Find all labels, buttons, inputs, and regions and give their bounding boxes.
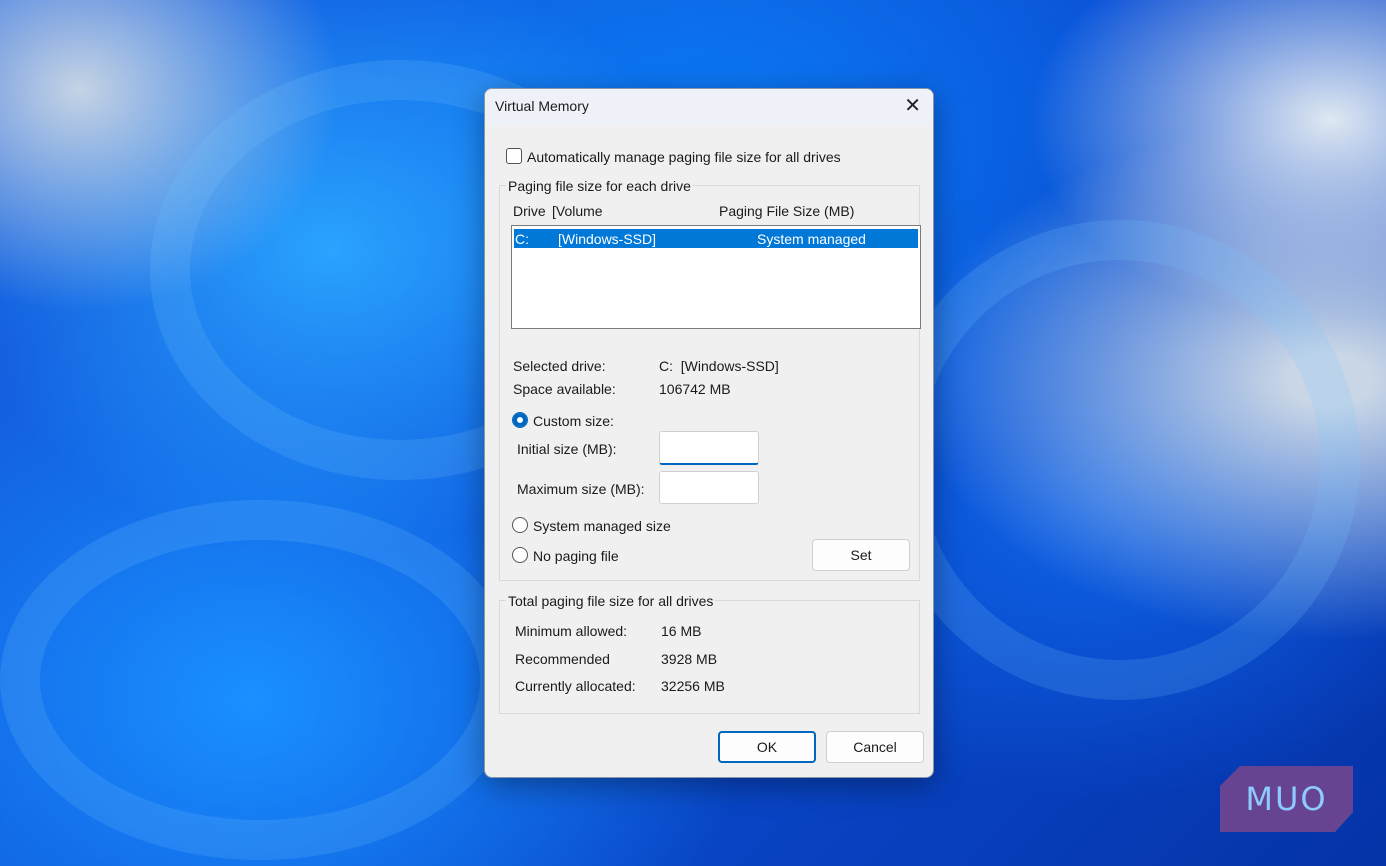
title-bar: Virtual Memory ✕	[485, 89, 933, 125]
max-size-label: Maximum size (MB):	[517, 481, 645, 497]
close-icon[interactable]: ✕	[904, 93, 921, 118]
initial-size-input[interactable]	[659, 431, 759, 465]
selected-drive-label: Selected drive:	[513, 358, 606, 374]
max-size-input[interactable]	[659, 471, 759, 504]
auto-manage-label[interactable]: Automatically manage paging file size fo…	[527, 149, 841, 165]
ok-button[interactable]: OK	[718, 731, 816, 763]
drive-list[interactable]: C: [Windows-SSD] System managed	[511, 225, 921, 329]
currently-allocated-label: Currently allocated:	[515, 678, 636, 694]
space-available-label: Space available:	[513, 381, 616, 397]
wallpaper-swirl	[880, 220, 1360, 700]
no-paging-label[interactable]: No paging file	[533, 548, 619, 564]
row-volume: [Windows-SSD]	[558, 231, 657, 247]
row-size: System managed	[757, 231, 866, 247]
system-managed-label[interactable]: System managed size	[533, 518, 671, 534]
space-available-value: 106742 MB	[659, 381, 731, 397]
auto-manage-checkbox[interactable]	[506, 148, 522, 164]
no-paging-radio[interactable]	[512, 547, 528, 563]
recommended-label: Recommended	[515, 651, 610, 667]
selected-drive-value: C: [Windows-SSD]	[659, 358, 779, 374]
header-volume: [Volume	[552, 203, 603, 219]
drive-row[interactable]: C: [Windows-SSD] System managed	[514, 229, 918, 248]
total-group-legend: Total paging file size for all drives	[506, 593, 716, 609]
header-drive: Drive	[513, 203, 546, 219]
row-drive: C:	[515, 231, 529, 247]
header-size: Paging File Size (MB)	[719, 203, 855, 219]
system-managed-radio[interactable]	[512, 517, 528, 533]
custom-size-label[interactable]: Custom size:	[533, 413, 614, 429]
recommended-value: 3928 MB	[661, 651, 718, 667]
wallpaper-swirl	[0, 500, 520, 860]
min-allowed-label: Minimum allowed:	[515, 623, 628, 639]
set-button[interactable]: Set	[812, 539, 910, 571]
initial-size-label: Initial size (MB):	[517, 441, 617, 457]
dialog-title: Virtual Memory	[495, 98, 589, 114]
min-allowed-value: 16 MB	[661, 623, 702, 639]
drive-group-legend: Paging file size for each drive	[506, 178, 693, 194]
muo-watermark-logo: MUO	[1220, 766, 1353, 832]
custom-size-radio[interactable]	[512, 412, 528, 428]
currently-allocated-value: 32256 MB	[661, 678, 725, 694]
cancel-button[interactable]: Cancel	[826, 731, 924, 763]
virtual-memory-dialog: Virtual Memory ✕ Automatically manage pa…	[484, 88, 934, 778]
